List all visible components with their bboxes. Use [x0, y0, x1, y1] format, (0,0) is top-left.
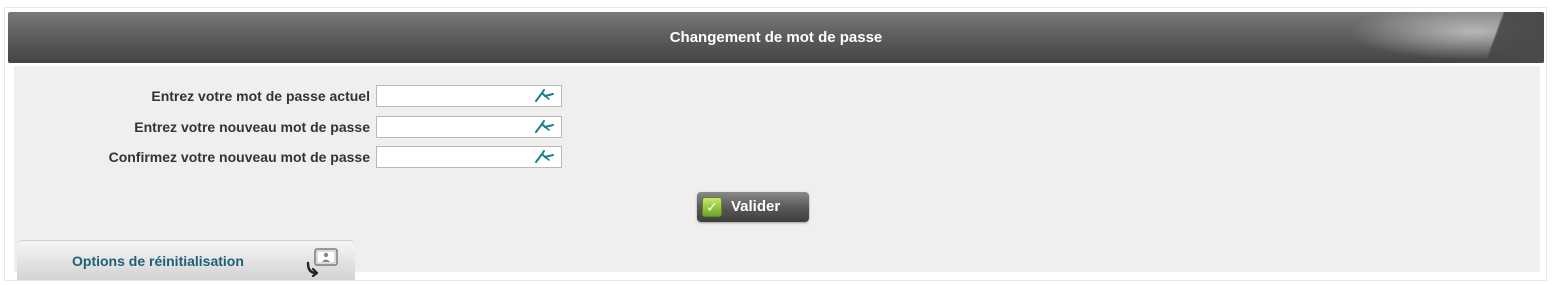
virtual-keyboard-icon[interactable]	[533, 88, 555, 104]
new-password-input[interactable]	[377, 117, 535, 137]
new-password-field[interactable]	[376, 116, 562, 138]
validate-button-label: Valider	[731, 198, 781, 215]
current-password-label: Entrez votre mot de passe actuel	[151, 88, 370, 104]
reset-options-label: Options de réinitialisation	[72, 253, 244, 269]
virtual-keyboard-icon[interactable]	[533, 119, 555, 135]
form-area: Entrez votre mot de passe actuel Entrez …	[14, 66, 1540, 280]
confirm-password-label: Confirmez votre nouveau mot de passe	[108, 149, 370, 165]
current-password-input[interactable]	[377, 86, 535, 106]
current-password-row: Entrez votre mot de passe actuel	[14, 85, 614, 107]
checkmark-icon: ✓	[702, 197, 722, 217]
validate-button[interactable]: ✓ Valider	[697, 192, 809, 222]
confirm-password-field[interactable]	[376, 146, 562, 168]
page-title: Changement de mot de passe	[669, 29, 883, 46]
current-password-field[interactable]	[376, 85, 562, 107]
panel-header: Changement de mot de passe	[8, 12, 1544, 63]
confirm-password-row: Confirmez votre nouveau mot de passe	[14, 146, 614, 168]
new-password-label: Entrez votre nouveau mot de passe	[134, 119, 370, 135]
reset-options-icon	[306, 248, 338, 277]
confirm-password-input[interactable]	[377, 147, 535, 167]
password-change-panel: Changement de mot de passe Entrez votre …	[4, 7, 1547, 281]
new-password-row: Entrez votre nouveau mot de passe	[14, 116, 614, 138]
virtual-keyboard-icon[interactable]	[533, 149, 555, 165]
reset-options-tab[interactable]: Options de réinitialisation	[17, 240, 355, 280]
